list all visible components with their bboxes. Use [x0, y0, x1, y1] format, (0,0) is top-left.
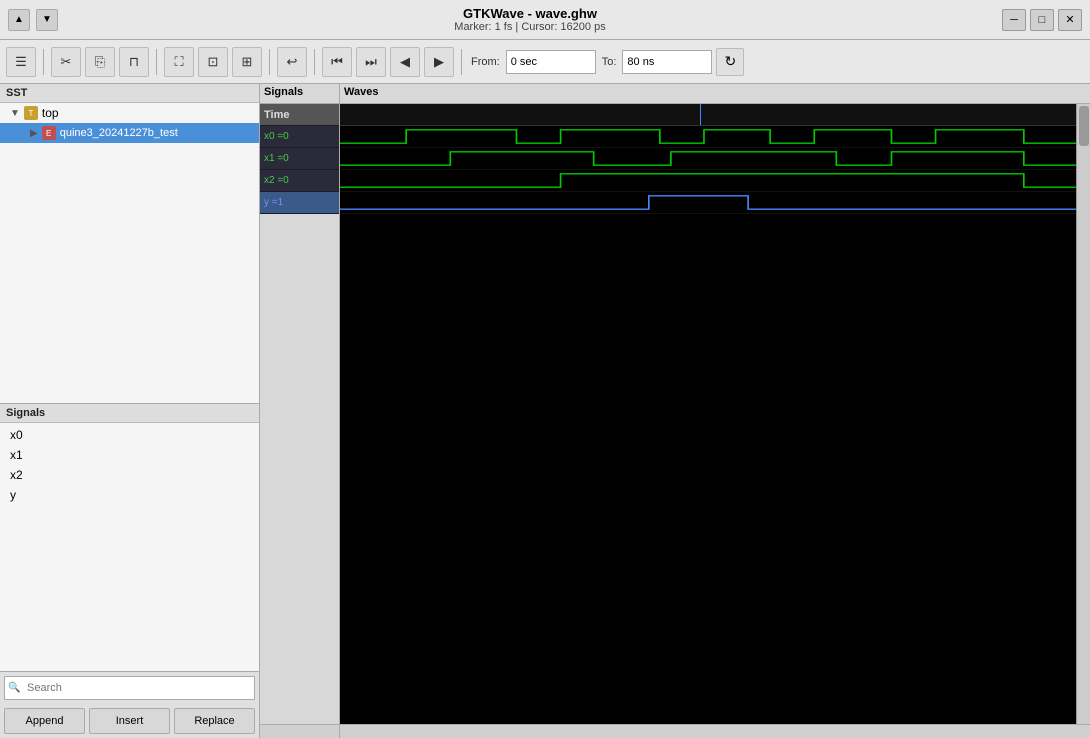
x1-wave-row: [340, 148, 1090, 170]
reload-button[interactable]: ↻: [716, 48, 744, 76]
right-panel: Signals Waves Time x0 =0 x1 =0: [260, 84, 1090, 738]
y-wave-row: [340, 192, 1090, 214]
signal-item-x0[interactable]: x0: [0, 425, 259, 445]
title-bar-right: ─ □ ✕: [1002, 9, 1082, 31]
marker-cursor-info: Marker: 1 fs | Cursor: 16200 ps: [58, 21, 1002, 33]
toolbar-separator-5: [461, 49, 462, 75]
x0-row-label: x0 =0: [260, 126, 339, 148]
waves-header-row: Signals Waves: [260, 84, 1090, 104]
main-area: SST ▼ T top ▶ E quine3_20241227b_test Si…: [0, 84, 1090, 738]
from-label: From:: [471, 56, 500, 68]
horizontal-scroll-wrapper: [260, 724, 1090, 738]
y-waveform: [340, 192, 1090, 213]
x0-wave-row: [340, 126, 1090, 148]
sst-tree[interactable]: ▼ T top ▶ E quine3_20241227b_test: [0, 103, 259, 403]
menu-button[interactable]: ☰: [6, 47, 36, 77]
from-input[interactable]: [506, 50, 596, 74]
expand-icon-top: ▼: [10, 108, 20, 119]
signals-list[interactable]: x0 x1 x2 y: [0, 423, 259, 671]
sst-item-top-label: top: [42, 106, 59, 120]
append-button[interactable]: Append: [4, 708, 85, 734]
action-buttons: Append Insert Replace: [0, 704, 259, 738]
sst-tree-item-top[interactable]: ▼ T top: [0, 103, 259, 123]
x1-waveform: [340, 148, 1090, 169]
signal-item-y[interactable]: y: [0, 485, 259, 505]
x0-waveform: [340, 126, 1090, 147]
toolbar-separator-3: [269, 49, 270, 75]
waves-signals-header: Signals: [260, 84, 340, 103]
folder-icon-top: T: [24, 106, 38, 120]
title-center: GTKWave - wave.ghw Marker: 1 fs | Cursor…: [58, 6, 1002, 33]
toolbar-separator-1: [43, 49, 44, 75]
undo-button[interactable]: ↩: [277, 47, 307, 77]
horizontal-scrollbar[interactable]: [340, 725, 1090, 738]
time-wave-row: [340, 104, 1090, 126]
entity-icon-quine: E: [42, 126, 56, 140]
sst-header: SST: [0, 84, 259, 103]
toolbar: ☰ ✂ ⎘ ⊓ ⛶ ⊡ ⊞ ↩ ⏮ ⏭ ◀ ▶ From: To: ↻: [0, 40, 1090, 84]
signal-item-x2[interactable]: x2: [0, 465, 259, 485]
prev-button[interactable]: ◀: [390, 47, 420, 77]
toolbar-separator-2: [156, 49, 157, 75]
sst-tree-item-quine[interactable]: ▶ E quine3_20241227b_test: [0, 123, 259, 143]
replace-button[interactable]: Replace: [174, 708, 255, 734]
x1-row-label: x1 =0: [260, 148, 339, 170]
search-input[interactable]: [4, 676, 255, 700]
collapse-down-button[interactable]: ▼: [36, 9, 58, 31]
title-bar: ▲ ▼ GTKWave - wave.ghw Marker: 1 fs | Cu…: [0, 0, 1090, 40]
waves-with-scroll: Time x0 =0 x1 =0 x2 =0 y =1: [260, 104, 1090, 724]
y-row-label: y =1: [260, 192, 339, 214]
next-button[interactable]: ▶: [424, 47, 454, 77]
h-scroll-spacer: [260, 725, 340, 738]
last-button[interactable]: ⏭: [356, 47, 386, 77]
app-title: GTKWave - wave.ghw: [58, 6, 1002, 21]
sst-section: SST ▼ T top ▶ E quine3_20241227b_test: [0, 84, 259, 404]
close-button[interactable]: ✕: [1058, 9, 1082, 31]
to-input[interactable]: [622, 50, 712, 74]
zoom-range-button[interactable]: ⊡: [198, 47, 228, 77]
collapse-up-button[interactable]: ▲: [8, 9, 30, 31]
to-label: To:: [602, 56, 617, 68]
signals-header: Signals: [0, 404, 259, 423]
waves-waves-header: Waves: [340, 84, 1090, 103]
left-panel: SST ▼ T top ▶ E quine3_20241227b_test Si…: [0, 84, 260, 738]
search-area: [0, 671, 259, 704]
title-bar-left: ▲ ▼: [8, 9, 58, 31]
maximize-button[interactable]: □: [1030, 9, 1054, 31]
time-row-label: Time: [260, 104, 339, 126]
x2-row-label: x2 =0: [260, 170, 339, 192]
expand-icon-quine: ▶: [30, 128, 38, 139]
waveform-area[interactable]: [340, 104, 1090, 724]
paste-button[interactable]: ⊓: [119, 47, 149, 77]
signals-section: Signals x0 x1 x2 y Append Insert Replace: [0, 404, 259, 738]
x2-wave-row: [340, 170, 1090, 192]
toolbar-separator-4: [314, 49, 315, 75]
signal-item-x1[interactable]: x1: [0, 445, 259, 465]
vertical-scrollbar[interactable]: [1076, 104, 1090, 724]
search-wrapper: [4, 676, 255, 700]
x2-waveform: [340, 170, 1090, 191]
zoom-cursor-button[interactable]: ⊞: [232, 47, 262, 77]
minimize-button[interactable]: ─: [1002, 9, 1026, 31]
sst-item-quine-label: quine3_20241227b_test: [60, 127, 178, 139]
signal-names-col: Time x0 =0 x1 =0 x2 =0 y =1: [260, 104, 340, 724]
cut-button[interactable]: ✂: [51, 47, 81, 77]
copy-button[interactable]: ⎘: [85, 47, 115, 77]
first-button[interactable]: ⏮: [322, 47, 352, 77]
waves-body: Time x0 =0 x1 =0 x2 =0 y =1: [260, 104, 1090, 724]
insert-button[interactable]: Insert: [89, 708, 170, 734]
zoom-fit-button[interactable]: ⛶: [164, 47, 194, 77]
